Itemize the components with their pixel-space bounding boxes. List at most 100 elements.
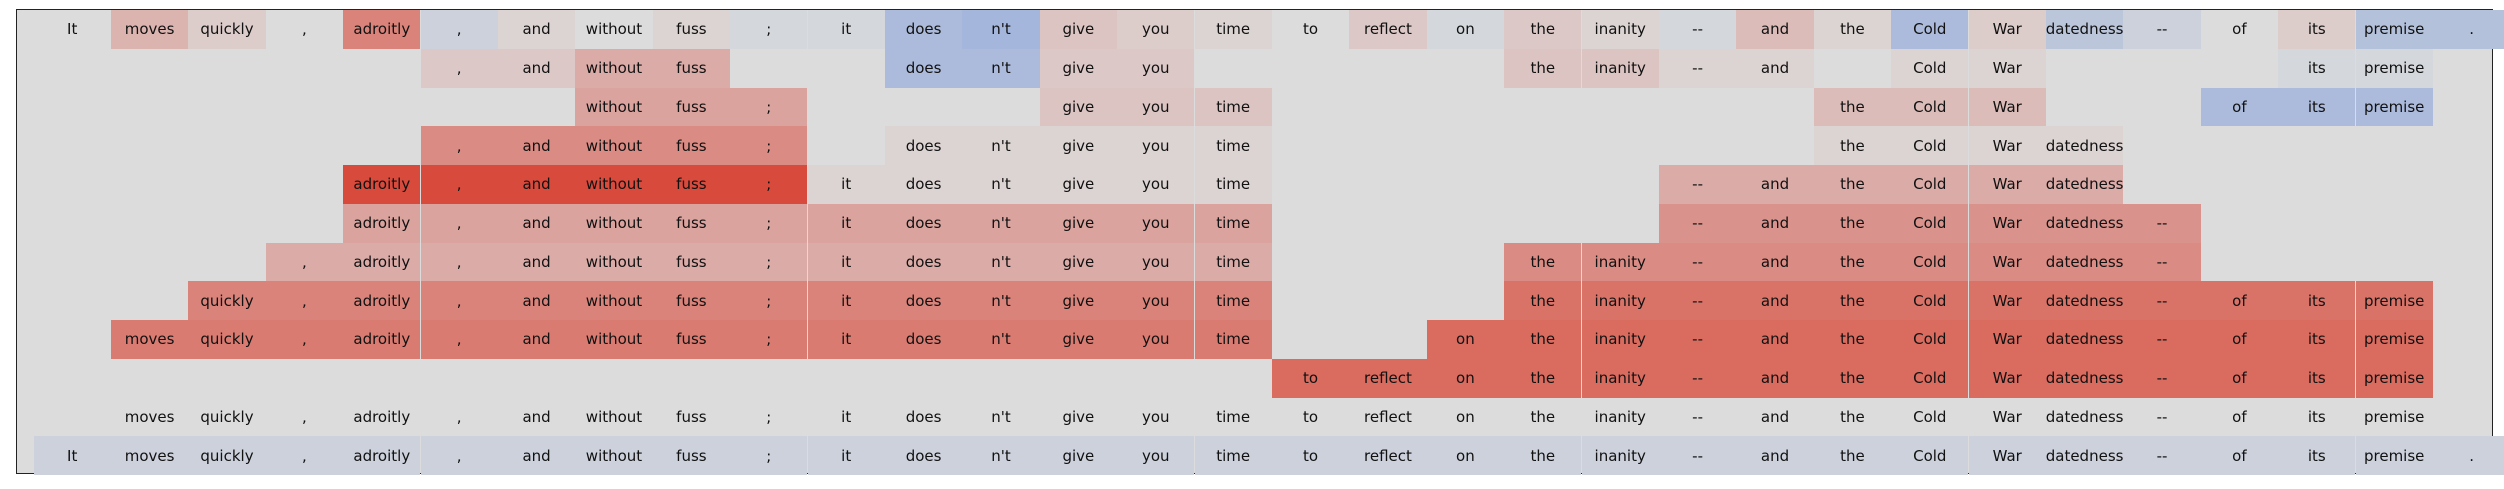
- heatmap-cell: ,: [265, 397, 344, 437]
- heatmap-cell: and: [1736, 242, 1814, 282]
- heatmap-cell: adroitly: [343, 203, 421, 243]
- heatmap-cell: inanity: [1581, 10, 1659, 49]
- heatmap-cell: --: [1658, 436, 1737, 475]
- heatmap-cell: does: [884, 203, 963, 243]
- heatmap-cell: datedness: [2046, 126, 2123, 165]
- heatmap-cell: the: [1504, 358, 1582, 398]
- heatmap-cell: Cold: [1891, 281, 1969, 320]
- heatmap-cell: time: [1194, 320, 1272, 359]
- heatmap-cell: fuss: [652, 10, 731, 49]
- heatmap-cell: its: [2278, 358, 2356, 398]
- heatmap-cell: datedness: [2046, 281, 2123, 320]
- heatmap-cell: inanity: [1581, 320, 1659, 359]
- heatmap-cell: without: [575, 87, 653, 127]
- heatmap-cell: premise: [2355, 397, 2433, 437]
- heatmap-cell: without: [575, 126, 653, 165]
- heatmap-cell: of: [2200, 10, 2279, 49]
- heatmap-cell: .: [2432, 436, 2504, 475]
- heatmap-cell: does: [884, 165, 963, 204]
- heatmap-cell: --: [2123, 281, 2201, 320]
- heatmap-cell: adroitly: [343, 10, 421, 49]
- heatmap-cell: ,: [420, 397, 498, 437]
- heatmap-cell: datedness: [2046, 358, 2123, 398]
- heatmap-cell: without: [575, 281, 653, 320]
- heatmap-cell: n't: [962, 126, 1040, 165]
- heatmap-cell: and: [497, 203, 576, 243]
- heatmap-cell: without: [575, 320, 653, 359]
- heatmap-cell: of: [2200, 436, 2279, 475]
- heatmap-cell: and: [1736, 436, 1814, 475]
- heatmap-cell: of: [2200, 320, 2279, 359]
- heatmap-cell: of: [2200, 358, 2279, 398]
- heatmap-cell: you: [1117, 397, 1195, 437]
- heatmap-cell: datedness: [2046, 320, 2123, 359]
- heatmap-cell: ;: [730, 320, 808, 359]
- heatmap-cell: premise: [2355, 320, 2433, 359]
- heatmap-cell: does: [884, 436, 963, 475]
- heatmap-cell: --: [2123, 242, 2201, 282]
- heatmap-cell: --: [1658, 10, 1737, 49]
- heatmap-cell: and: [497, 48, 576, 88]
- heatmap-cell: does: [884, 48, 963, 88]
- heatmap-cell: War: [1968, 436, 2046, 475]
- heatmap-cell: n't: [962, 242, 1040, 282]
- heatmap-cell: reflect: [1349, 397, 1427, 437]
- heatmap-cell: ;: [730, 397, 808, 437]
- heatmap-cell: ,: [420, 203, 498, 243]
- heatmap-cell: and: [1736, 397, 1814, 437]
- heatmap-cell: ,: [420, 242, 498, 282]
- heatmap-cell: the: [1504, 281, 1582, 320]
- heatmap-cell: without: [575, 10, 653, 49]
- heatmap-cell: its: [2278, 436, 2356, 475]
- heatmap-cell: and: [497, 126, 576, 165]
- heatmap-cell: to: [1271, 436, 1350, 475]
- heatmap-cell: give: [1039, 397, 1118, 437]
- heatmap-cell: without: [575, 436, 653, 475]
- heatmap-cell: War: [1968, 203, 2046, 243]
- heatmap-cell: to: [1271, 358, 1350, 398]
- heatmap-cell: premise: [2355, 10, 2433, 49]
- heatmap-cell: --: [2123, 320, 2201, 359]
- heatmap-cell: n't: [962, 48, 1040, 88]
- heatmap-cell: ;: [730, 10, 808, 49]
- heatmap-cell: n't: [962, 320, 1040, 359]
- heatmap-cell: its: [2278, 10, 2356, 49]
- heatmap-cell: and: [1736, 320, 1814, 359]
- heatmap-cell: --: [1658, 358, 1737, 398]
- heatmap-cell: the: [1813, 87, 1892, 127]
- heatmap-cell: and: [497, 281, 576, 320]
- heatmap-cell: .: [2432, 10, 2504, 49]
- heatmap-cell: you: [1117, 436, 1195, 475]
- heatmap-cell: Cold: [1891, 48, 1969, 88]
- heatmap-cell: quickly: [188, 397, 266, 437]
- heatmap-cell: It: [33, 436, 111, 475]
- heatmap-cell: you: [1117, 203, 1195, 243]
- heatmap-cell: Cold: [1891, 203, 1969, 243]
- heatmap-cell: adroitly: [343, 320, 421, 359]
- heatmap-cell: moves: [110, 436, 189, 475]
- heatmap-cell: ;: [730, 242, 808, 282]
- heatmap-cell: its: [2278, 320, 2356, 359]
- heatmap-cell: give: [1039, 87, 1118, 127]
- heatmap-cell: and: [497, 436, 576, 475]
- heatmap-cell: you: [1117, 126, 1195, 165]
- heatmap-cell: --: [1658, 281, 1737, 320]
- heatmap-cell: fuss: [652, 436, 731, 475]
- heatmap-cell: the: [1813, 242, 1892, 282]
- heatmap-cell: does: [884, 126, 963, 165]
- heatmap-cell: you: [1117, 281, 1195, 320]
- heatmap-cell: Cold: [1891, 165, 1969, 204]
- heatmap-cell: --: [1658, 320, 1737, 359]
- heatmap-cell: does: [884, 242, 963, 282]
- heatmap-cell: without: [575, 165, 653, 204]
- heatmap-cell: and: [497, 320, 576, 359]
- heatmap-cell: it: [807, 320, 885, 359]
- heatmap-cell: n't: [962, 281, 1040, 320]
- heatmap-cell: the: [1504, 436, 1582, 475]
- heatmap-cell: reflect: [1349, 10, 1427, 49]
- heatmap-cell: quickly: [188, 436, 266, 475]
- heatmap-cell: without: [575, 397, 653, 437]
- heatmap-cell: time: [1194, 242, 1272, 282]
- heatmap-cell: it: [807, 436, 885, 475]
- heatmap-cell: quickly: [188, 320, 266, 359]
